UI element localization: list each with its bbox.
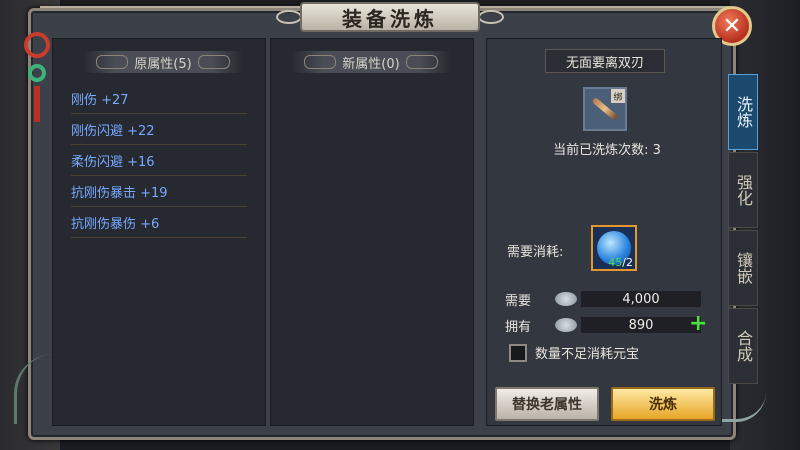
attribute-item: 刚伤闪避 +22 <box>71 114 247 145</box>
attribute-item: 柔伤闪避 +16 <box>71 145 247 176</box>
tab-inlay[interactable]: 镶嵌 <box>728 230 758 306</box>
use-yuanbao-option[interactable]: 数量不足消耗元宝 <box>509 343 639 362</box>
replace-old-attributes-button[interactable]: 替换老属性 <box>495 387 599 421</box>
bound-tag: 绑 <box>611 89 625 103</box>
silver-coin-icon <box>555 292 577 306</box>
cost-label: 需要消耗: <box>507 245 564 260</box>
original-attributes-list: 刚伤 +27 刚伤闪避 +22 柔伤闪避 +16 抗刚伤暴击 +19 抗刚伤暴伤… <box>71 83 247 238</box>
refine-detail-panel: 无面要离双刃 绑 当前已洗炼次数: 3 需要消耗: 45/2 需要 4,000 … <box>486 38 722 426</box>
title-wing-left-ornament <box>276 10 302 24</box>
attribute-item: 抗刚伤暴击 +19 <box>71 176 247 207</box>
refine-stone-quantity: 45/2 <box>608 256 633 269</box>
silver-need-value: 4,000 <box>581 291 701 307</box>
close-icon: ✕ <box>722 13 742 39</box>
equipment-name: 无面要离双刃 <box>545 49 665 73</box>
use-yuanbao-checkbox[interactable] <box>509 343 527 362</box>
silver-have-value: 890 <box>581 317 701 333</box>
tab-synthesize[interactable]: 合成 <box>728 308 758 384</box>
tab-enhance[interactable]: 强化 <box>728 152 758 228</box>
plus-icon: + <box>689 311 708 336</box>
new-attributes-header: 新属性(0) <box>291 51 451 73</box>
refine-stone-slot[interactable]: 45/2 <box>591 225 637 271</box>
attribute-item: 抗刚伤暴伤 +6 <box>71 207 247 238</box>
title-wing-right-ornament <box>478 10 504 24</box>
equipment-slot[interactable]: 绑 <box>583 87 627 131</box>
attribute-item: 刚伤 +27 <box>71 83 247 114</box>
dialog-title: 装备洗炼 <box>300 2 480 32</box>
silver-need-row: 需要 4,000 <box>505 289 715 309</box>
silver-have-label: 拥有 <box>505 319 532 335</box>
silver-have-row: 拥有 890 <box>505 315 715 335</box>
tab-refine[interactable]: 洗炼 <box>728 74 758 150</box>
side-tabs: 洗炼 强化 镶嵌 合成 <box>728 74 758 386</box>
knot-ornament-icon <box>22 26 52 126</box>
add-silver-button[interactable]: + <box>689 313 707 335</box>
refine-count-text: 当前已洗炼次数: 3 <box>553 143 661 158</box>
silver-need-label: 需要 <box>505 293 532 309</box>
original-attributes-panel: 原属性(5) 刚伤 +27 刚伤闪避 +22 柔伤闪避 +16 抗刚伤暴击 +1… <box>52 38 266 426</box>
refine-button[interactable]: 洗炼 <box>611 387 715 421</box>
original-attributes-header: 原属性(5) <box>83 51 243 73</box>
new-attributes-panel: 新属性(0) <box>270 38 474 426</box>
use-yuanbao-label: 数量不足消耗元宝 <box>535 347 640 362</box>
silver-coin-icon <box>555 318 577 332</box>
